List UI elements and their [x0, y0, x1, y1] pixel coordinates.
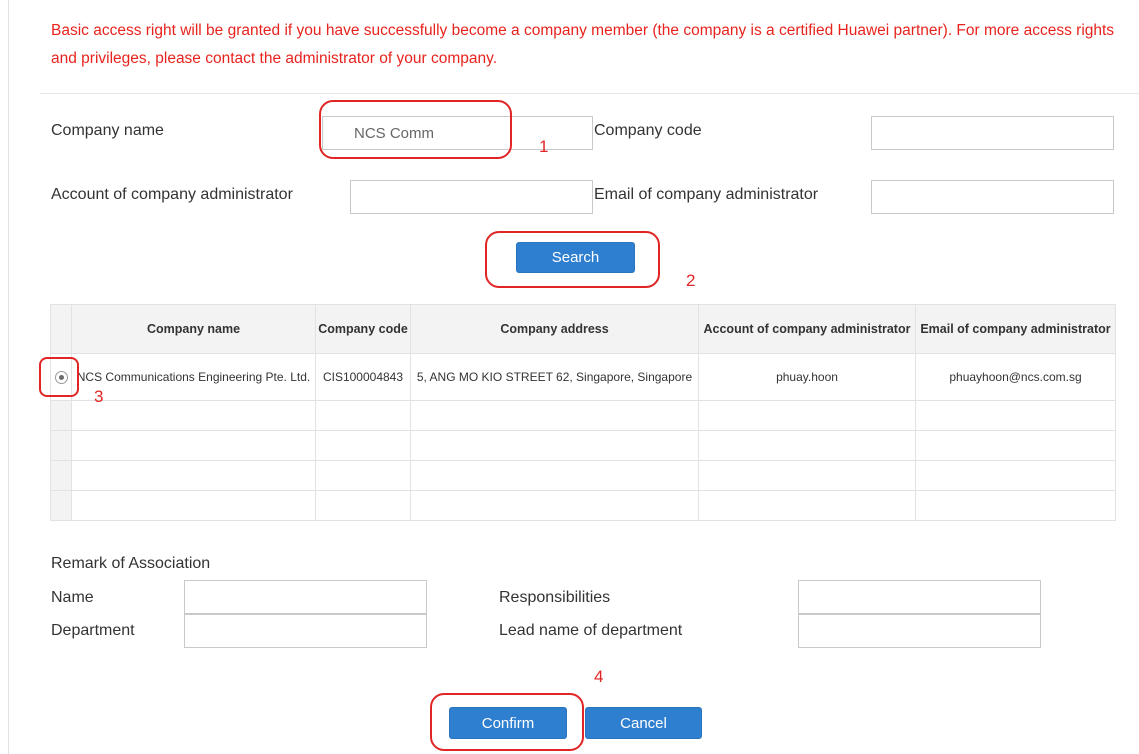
company-code-cell: CIS100004843 — [315, 353, 411, 401]
table-row-empty — [50, 490, 1116, 521]
annotation-step-number: 2 — [686, 271, 696, 290]
annotation-step-number: 4 — [594, 667, 604, 686]
table-row-empty — [50, 430, 1116, 461]
responsibilities-label: Responsibilities — [499, 589, 611, 606]
admin-email-label: Email of company administrator — [594, 186, 819, 203]
table-row[interactable]: NCS Communications Engineering Pte. Ltd.… — [50, 353, 1116, 401]
annotation-highlight-company-name — [319, 100, 512, 159]
company-code-label: Company code — [594, 122, 702, 139]
admin-account-cell: phuay.hoon — [698, 353, 916, 401]
divider — [40, 93, 1139, 94]
results-table: Company name Company code Company addres… — [50, 304, 1116, 521]
column-header: Company code — [315, 304, 411, 354]
remark-name-input[interactable] — [184, 580, 427, 614]
annotation-highlight-confirm — [430, 693, 584, 751]
table-row-empty — [50, 460, 1116, 491]
company-name-cell: NCS Communications Engineering Pte. Ltd. — [71, 353, 316, 401]
column-header: Company address — [410, 304, 699, 354]
admin-account-input[interactable] — [350, 180, 593, 214]
table-header-row: Company name Company code Company addres… — [50, 304, 1116, 354]
lead-name-label: Lead name of department — [499, 622, 683, 639]
company-address-cell: 5, ANG MO KIO STREET 62, Singapore, Sing… — [410, 353, 699, 401]
column-header: Email of company administrator — [915, 304, 1116, 354]
left-border — [8, 0, 9, 754]
admin-email-input[interactable] — [871, 180, 1114, 214]
company-code-input[interactable] — [871, 116, 1114, 150]
column-header: Account of company administrator — [698, 304, 916, 354]
annotation-highlight-radio — [39, 357, 79, 397]
admin-account-label: Account of company administrator — [51, 186, 293, 203]
access-notice: Basic access right will be granted if yo… — [51, 22, 1115, 67]
annotation-step-number: 3 — [94, 387, 104, 406]
remark-heading: Remark of Association — [51, 555, 211, 572]
remark-name-label: Name — [51, 589, 94, 606]
annotation-highlight-search — [485, 231, 660, 288]
responsibilities-input[interactable] — [798, 580, 1041, 614]
lead-name-input[interactable] — [798, 614, 1041, 648]
select-column-header — [50, 304, 72, 354]
department-input[interactable] — [184, 614, 427, 648]
cancel-button[interactable]: Cancel — [585, 707, 702, 739]
annotation-step-number: 1 — [539, 137, 549, 156]
table-row-empty — [50, 400, 1116, 431]
department-label: Department — [51, 622, 135, 639]
column-header: Company name — [71, 304, 316, 354]
admin-email-cell: phuayhoon@ncs.com.sg — [915, 353, 1116, 401]
company-name-label: Company name — [51, 122, 164, 139]
